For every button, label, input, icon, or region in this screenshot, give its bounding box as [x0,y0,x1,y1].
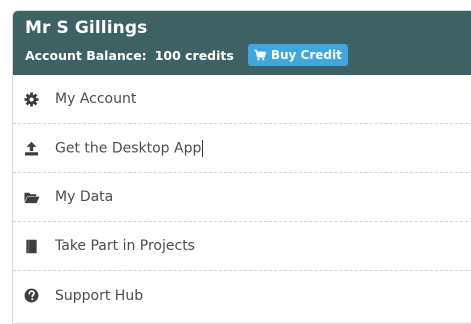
menu-item-my-account[interactable]: My Account [13,75,471,124]
gear-icon [24,91,39,107]
balance-value: 100 credits [154,47,234,63]
buy-credit-label: Buy Credit [270,48,342,62]
question-circle-icon [24,288,39,303]
menu-item-projects[interactable]: Take Part in Projects [13,222,471,271]
menu-item-label: Support Hub [55,287,144,304]
user-name: Mr S Gillings [25,18,148,38]
menu-item-label: Get the Desktop App [55,139,204,157]
menu-item-desktop-app[interactable]: Get the Desktop App [13,124,471,173]
text-caret [202,139,204,157]
menu-item-label: My Account [55,91,137,107]
menu-item-label: My Data [55,189,114,205]
account-header: Mr S Gillings Account Balance: 100 credi… [13,11,471,75]
balance-label: Account Balance: [25,47,147,63]
shopping-cart-icon [254,49,266,61]
account-panel: Mr S Gillings Account Balance: 100 credi… [12,10,471,324]
balance-row: Account Balance: 100 credits Buy Credit [25,43,471,67]
book-icon [24,239,39,254]
folder-open-icon [24,190,40,205]
account-menu: My Account Get the Desktop App My Data T… [13,75,471,320]
menu-item-support[interactable]: Support Hub [13,271,471,320]
menu-item-label: Take Part in Projects [55,238,195,254]
buy-credit-button[interactable]: Buy Credit [247,44,348,66]
menu-item-my-data[interactable]: My Data [13,173,471,222]
upload-icon [24,141,39,156]
